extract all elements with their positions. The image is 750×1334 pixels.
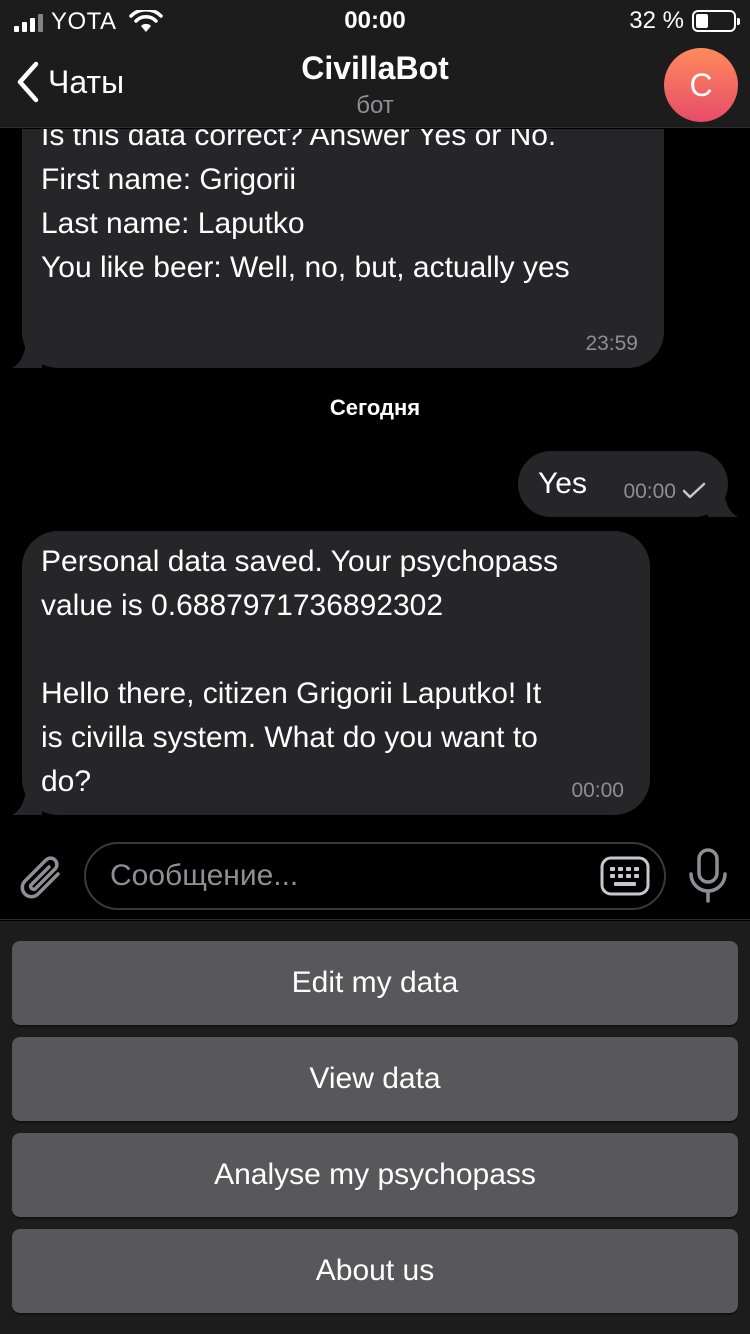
- message-input-container[interactable]: [84, 842, 666, 910]
- chat-subtitle: бот: [356, 92, 394, 119]
- keyboard-icon[interactable]: [600, 855, 650, 897]
- message-time: 00:00: [571, 779, 624, 802]
- bot-avatar[interactable]: C: [664, 48, 738, 122]
- analyse-psychopass-button[interactable]: Analyse my psychopass: [12, 1133, 738, 1217]
- checkmark-icon: [682, 482, 706, 499]
- battery-percentage: 32 %: [629, 7, 684, 34]
- chat-title[interactable]: CivillaBot: [0, 50, 750, 87]
- view-data-button[interactable]: View data: [12, 1037, 738, 1121]
- microphone-icon[interactable]: [688, 848, 728, 904]
- bot-reply-keyboard: Edit my data View data Analyse my psycho…: [0, 921, 750, 1334]
- bubble-tail: [12, 789, 42, 815]
- message-text: Is this data correct? Answer Yes or No. …: [41, 129, 570, 284]
- message-bubble-incoming[interactable]: Personal data saved. Your psychopass val…: [12, 531, 650, 815]
- battery-icon: [692, 10, 740, 32]
- message-list[interactable]: Is this data correct? Answer Yes or No. …: [0, 129, 750, 840]
- message-bubble-outgoing[interactable]: Yes 00:00: [518, 451, 738, 517]
- message-bubble-incoming[interactable]: Is this data correct? Answer Yes or No. …: [12, 129, 664, 368]
- bubble-tail: [708, 491, 738, 517]
- chat-header: Чаты CivillaBot бот C: [0, 40, 750, 128]
- paperclip-icon[interactable]: [18, 852, 66, 904]
- message-composer: [0, 840, 750, 920]
- about-us-button[interactable]: About us: [12, 1229, 738, 1313]
- edit-my-data-button[interactable]: Edit my data: [12, 941, 738, 1025]
- bubble-tail: [12, 342, 42, 368]
- message-time: 00:00: [623, 480, 676, 503]
- message-input[interactable]: [110, 856, 580, 896]
- message-time: 23:59: [585, 332, 638, 355]
- message-text: Personal data saved. Your psychopass val…: [41, 545, 559, 798]
- status-bar: YOTA 00:00 32 %: [0, 0, 750, 40]
- date-separator: Сегодня: [329, 395, 421, 420]
- message-text: Yes: [538, 467, 587, 500]
